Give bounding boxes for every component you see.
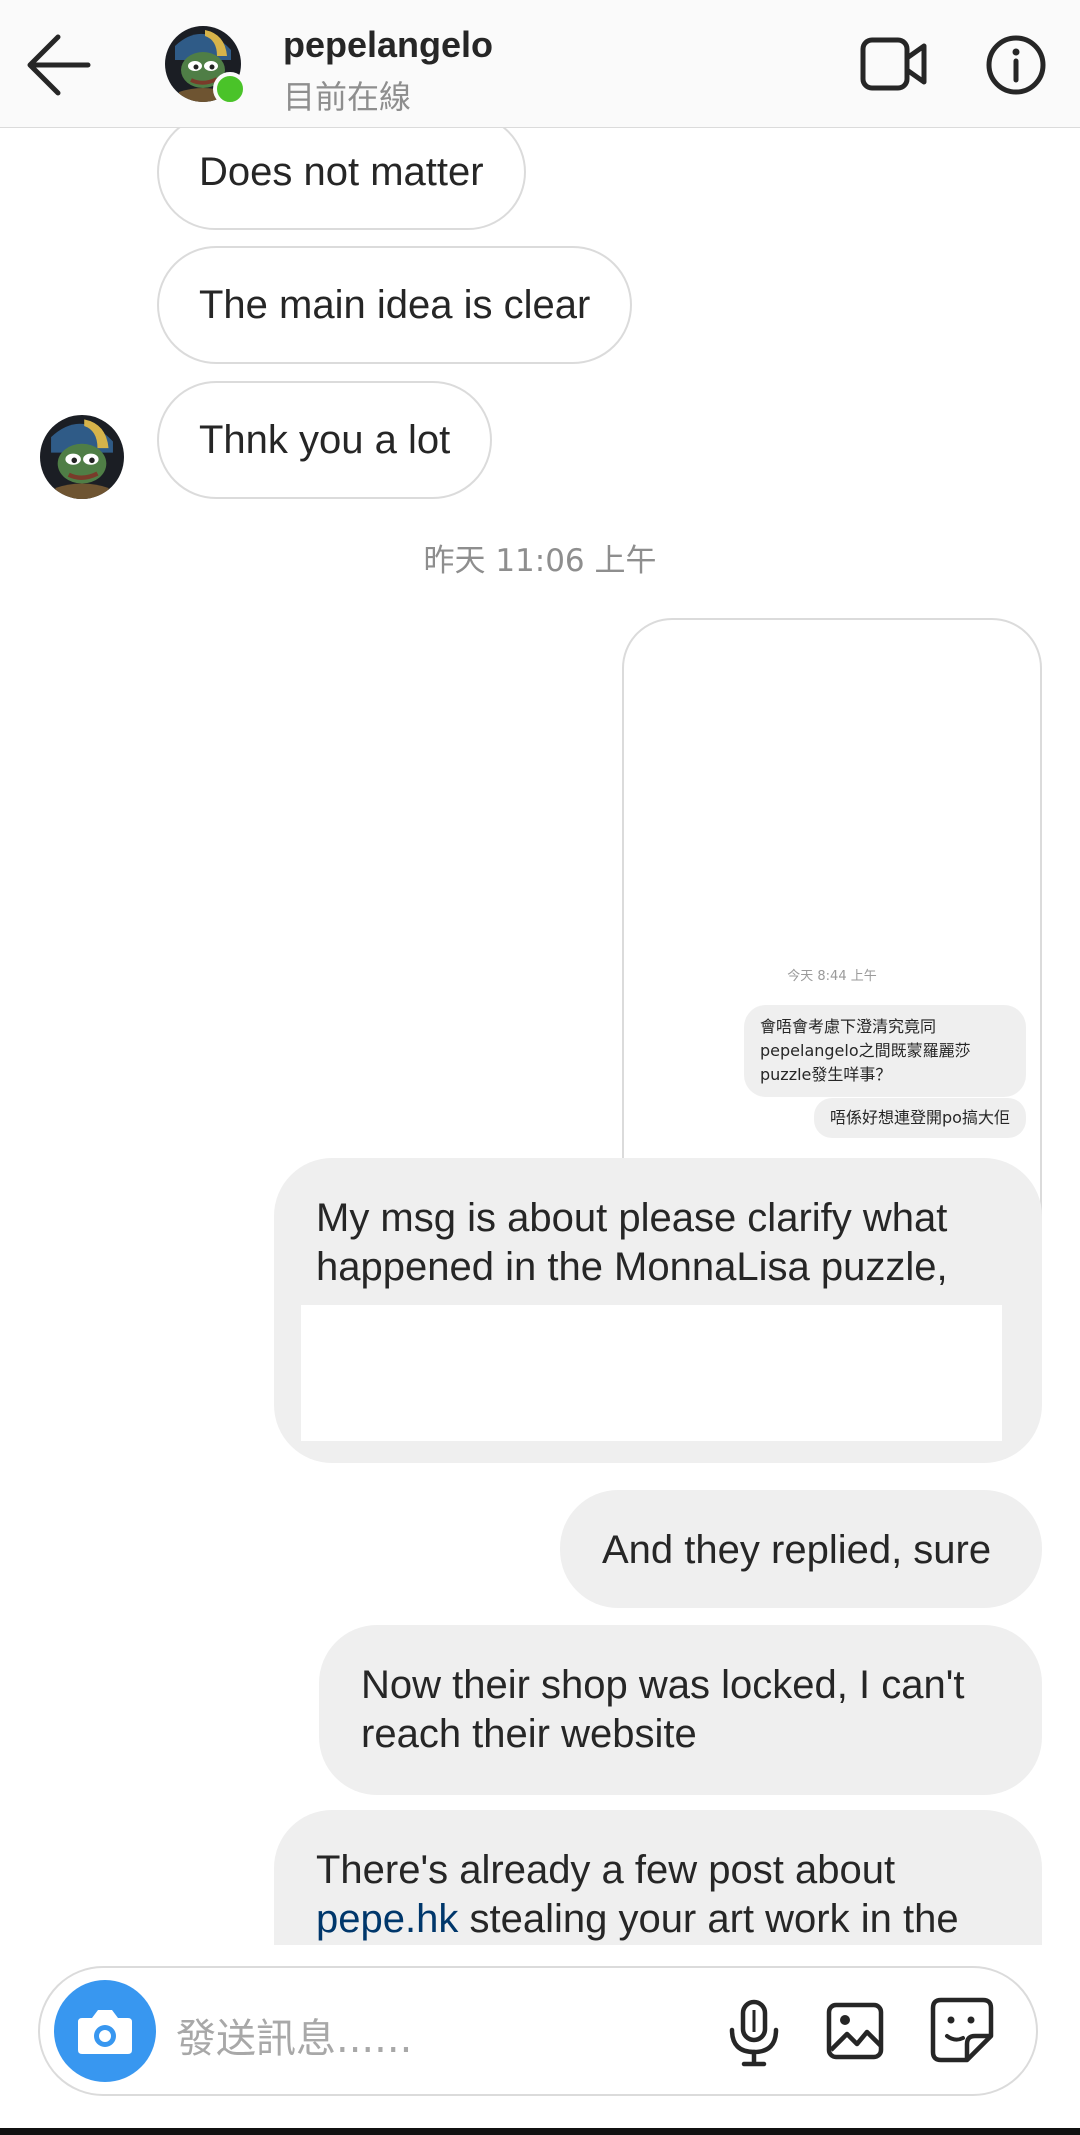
incoming-message[interactable]: Does not matter: [157, 128, 526, 230]
header-avatar[interactable]: [165, 26, 247, 106]
sender-avatar[interactable]: [40, 415, 124, 499]
message-link[interactable]: pepe.hk: [316, 1897, 458, 1941]
incoming-message[interactable]: The main idea is clear: [157, 246, 633, 364]
avatar-image: [40, 415, 124, 499]
header-username[interactable]: pepelangelo: [283, 24, 493, 66]
video-call-icon[interactable]: [860, 34, 928, 94]
outgoing-message[interactable]: And they replied, sure: [560, 1490, 1042, 1608]
screenshot-message-bubble: 會唔會考慮下澄清究竟同pepelangelo之間既蒙羅麗莎puzzle發生咩事？: [744, 1005, 1026, 1097]
back-arrow-icon[interactable]: [22, 30, 94, 100]
outgoing-message[interactable]: Now their shop was locked, I can't reach…: [319, 1625, 1042, 1795]
screenshot-message-bubble: 唔係好想連登開po搞大佢: [814, 1098, 1026, 1138]
incoming-message[interactable]: Thnk you a lot: [157, 381, 493, 499]
redaction-block: [301, 1305, 1002, 1441]
outgoing-message-text: There's already a few post about: [316, 1848, 896, 1892]
message-thread[interactable]: Does not matter The main idea is clear T…: [0, 128, 1080, 1945]
header-active-status: 目前在線: [283, 78, 412, 116]
outgoing-message-text: My msg is about please clarify what happ…: [316, 1196, 948, 1289]
online-status-dot: [213, 72, 247, 106]
camera-icon: [78, 2010, 132, 2054]
camera-button[interactable]: [54, 1980, 156, 2082]
info-icon[interactable]: [985, 34, 1047, 96]
outgoing-message[interactable]: There's already a few post about pepe.hk…: [274, 1810, 1042, 1945]
screenshot-timestamp: 今天 8:44 上午: [787, 969, 877, 984]
bottom-edge: [0, 2128, 1080, 2135]
message-input[interactable]: 發送訊息......: [176, 2006, 412, 2064]
gallery-icon[interactable]: [825, 2000, 885, 2062]
message-composer[interactable]: 發送訊息......: [38, 1966, 1038, 2096]
outgoing-message-text: stealing your art work in the: [458, 1897, 959, 1941]
microphone-icon[interactable]: [724, 1998, 784, 2068]
chat-header: pepelangelo 目前在線: [0, 0, 1080, 128]
message-timestamp: 昨天 11:06 上午: [423, 543, 657, 579]
sticker-icon[interactable]: [929, 1996, 995, 2064]
